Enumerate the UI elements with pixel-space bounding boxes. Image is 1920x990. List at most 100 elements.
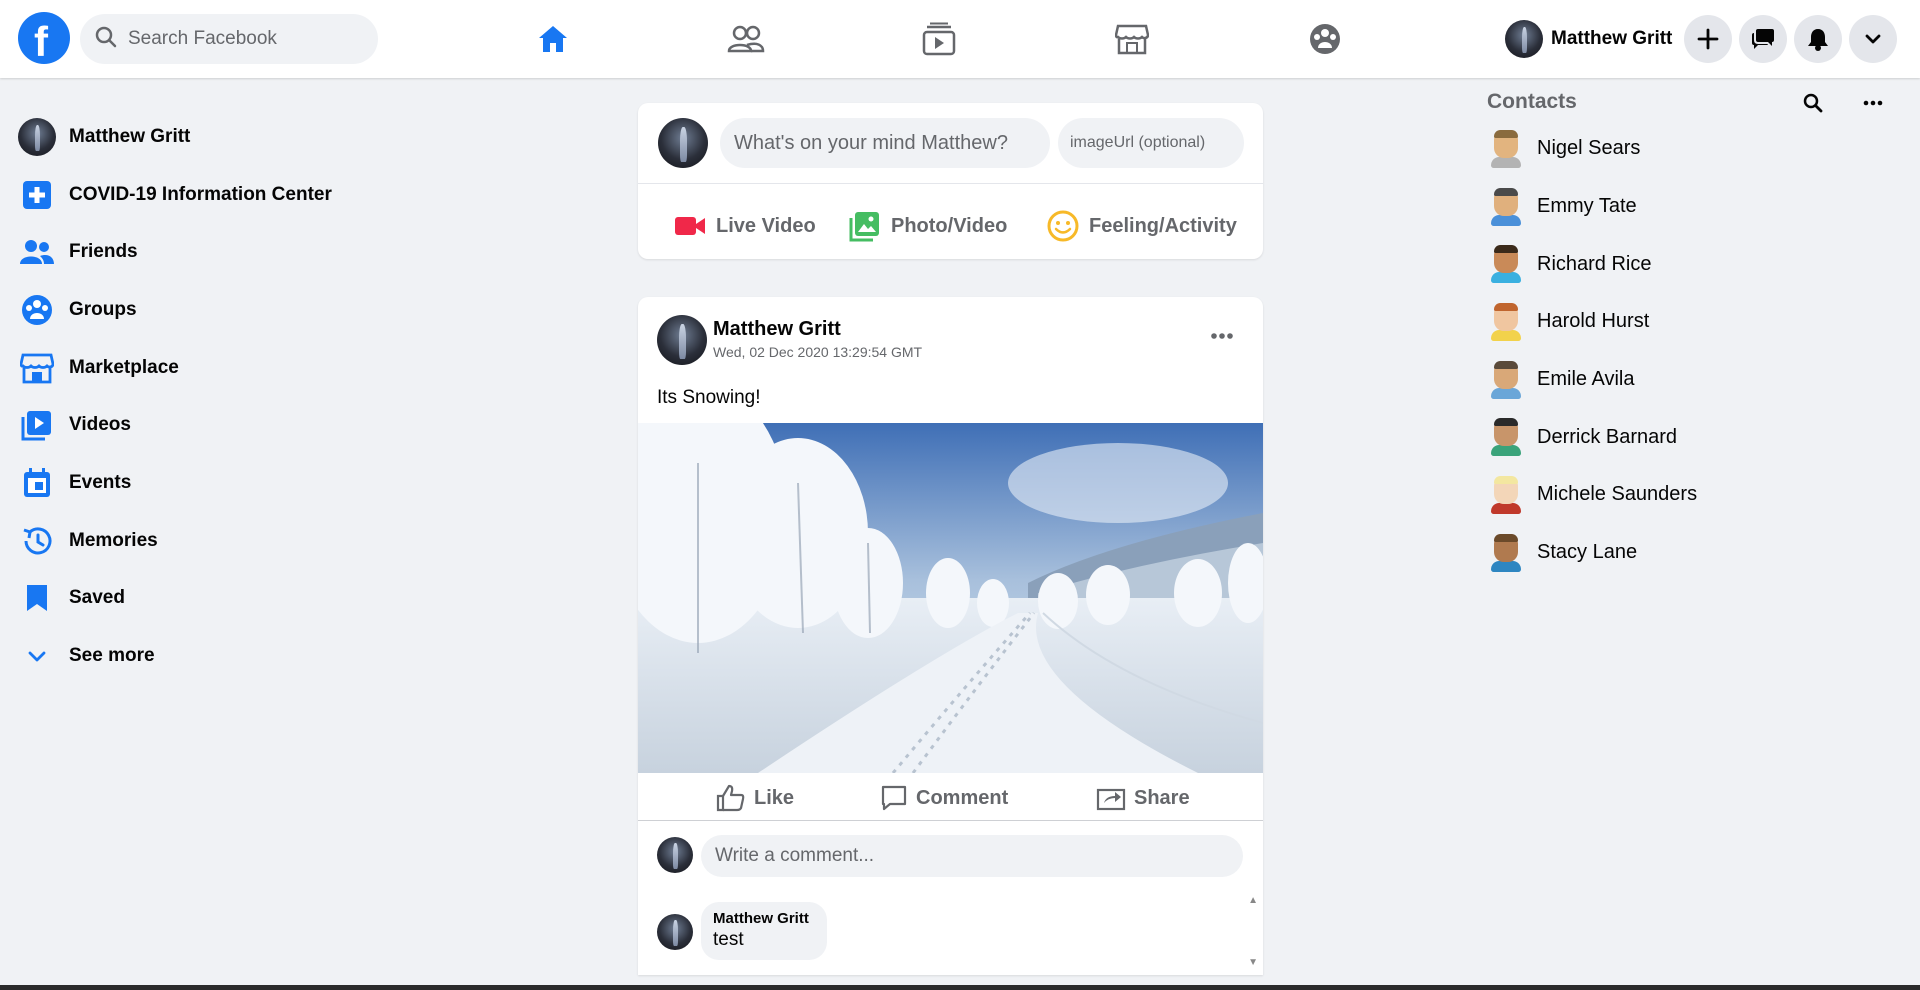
contact-item[interactable]: Emmy Tate (1487, 178, 1907, 236)
sidebar-item-saved[interactable]: Saved (18, 570, 438, 628)
sidebar-item-label: COVID-19 Information Center (69, 183, 332, 205)
sidebar-item-marketplace[interactable]: Marketplace (18, 339, 438, 397)
contact-item[interactable]: Michele Saunders (1487, 466, 1907, 524)
search-bar[interactable] (80, 14, 378, 64)
post-image[interactable] (638, 423, 1263, 773)
contact-item[interactable]: Emile Avila (1487, 351, 1907, 409)
sidebar-item-memories[interactable]: Memories (18, 512, 438, 570)
search-icon[interactable] (1802, 92, 1824, 119)
sidebar-item-covid[interactable]: COVID-19 Information Center (18, 166, 438, 224)
divider (638, 183, 1263, 184)
sidebar-item-profile[interactable]: Matthew Gritt (18, 108, 438, 166)
comment-input[interactable] (701, 835, 1243, 877)
bell-icon (1808, 29, 1828, 51)
header-profile-link[interactable]: Matthew Gritt (1505, 19, 1672, 59)
groups-icon (18, 291, 56, 329)
top-navbar: f Matthew Gritt (0, 0, 1920, 78)
image-url-input[interactable] (1058, 118, 1244, 168)
comment-bubble: Matthew Gritt test (701, 902, 827, 960)
contact-avatar (1489, 533, 1523, 572)
contact-name: Derrick Barnard (1537, 425, 1678, 448)
photo-video-button[interactable]: Photo/Video (849, 203, 1007, 249)
contact-name: Richard Rice (1537, 252, 1652, 275)
chevron-down-icon (1865, 34, 1881, 44)
memories-icon (18, 522, 56, 560)
covid-info-icon (18, 176, 56, 214)
contact-name: Harold Hurst (1537, 310, 1650, 333)
post-text: Its Snowing! (657, 387, 761, 408)
contact-item[interactable]: Derrick Barnard (1487, 408, 1907, 466)
share-button[interactable]: Share (1096, 781, 1190, 815)
live-video-label: Live Video (716, 214, 816, 237)
photo-icon (849, 210, 881, 242)
header-user-name: Matthew Gritt (1551, 28, 1673, 49)
search-input[interactable] (128, 28, 358, 50)
account-menu-button[interactable] (1849, 15, 1897, 63)
saved-icon (18, 579, 56, 617)
contact-item[interactable]: Harold Hurst (1487, 293, 1907, 351)
search-icon (94, 25, 118, 54)
like-button[interactable]: Like (716, 781, 794, 815)
contact-item[interactable]: Nigel Sears (1487, 120, 1907, 178)
contact-avatar (1489, 418, 1523, 457)
contact-avatar (1489, 302, 1523, 341)
more-options-icon[interactable] (1211, 327, 1233, 345)
create-button[interactable] (1684, 15, 1732, 63)
sidebar-item-label: Groups (69, 298, 137, 320)
avatar (18, 117, 56, 156)
plus-icon (1697, 28, 1719, 50)
comment-author[interactable]: Matthew Gritt (713, 910, 815, 927)
like-label: Like (754, 786, 795, 809)
feeling-label: Feeling/Activity (1089, 214, 1237, 237)
post-timestamp[interactable]: Wed, 02 Dec 2020 13:29:54 GMT (713, 344, 922, 360)
sidebar-item-videos[interactable]: Videos (18, 396, 438, 454)
contact-avatar (1489, 187, 1523, 226)
feeling-activity-button[interactable]: Feeling/Activity (1047, 203, 1237, 249)
nav-home-icon[interactable] (530, 16, 576, 62)
nav-friends-icon[interactable] (723, 16, 769, 62)
sidebar-item-groups[interactable]: Groups (18, 281, 438, 339)
contact-item[interactable]: Stacy Lane (1487, 524, 1907, 582)
more-options-icon[interactable] (1862, 92, 1884, 119)
smiley-icon (1047, 210, 1079, 242)
chevron-down-icon (18, 637, 56, 675)
sidebar-item-label: Saved (69, 587, 125, 609)
notifications-button[interactable] (1794, 15, 1842, 63)
post-composer: Live Video Photo/Video Feeling/Activity (638, 103, 1263, 259)
avatar[interactable] (657, 914, 693, 950)
contacts-header: Contacts (1487, 90, 1907, 120)
window-bottom-edge (0, 985, 1920, 990)
sidebar-item-events[interactable]: Events (18, 454, 438, 512)
avatar (658, 118, 708, 168)
friends-icon (18, 233, 56, 271)
contacts-sidebar: Contacts Nigel Sears Emmy Tate Richard R… (1487, 90, 1907, 582)
comment-text: test (713, 929, 744, 950)
sidebar-item-see-more[interactable]: See more (18, 627, 438, 685)
comment-button[interactable]: Comment (880, 781, 1008, 815)
share-label: Share (1134, 786, 1190, 809)
nav-groups-icon[interactable] (1302, 16, 1348, 62)
messenger-button[interactable] (1739, 15, 1787, 63)
contacts-title: Contacts (1487, 90, 1577, 113)
facebook-logo-icon[interactable]: f (18, 12, 70, 64)
avatar[interactable] (657, 315, 707, 365)
sidebar-item-label: Marketplace (69, 356, 179, 378)
marketplace-icon (18, 349, 56, 387)
avatar (657, 837, 693, 873)
scroll-up-arrow-icon[interactable]: ▲ (1248, 895, 1258, 906)
svg-text:f: f (34, 18, 49, 64)
live-video-button[interactable]: Live Video (674, 203, 816, 249)
post-author[interactable]: Matthew Gritt (713, 318, 841, 341)
contact-name: Stacy Lane (1537, 541, 1638, 564)
sidebar-item-label: Memories (69, 529, 158, 551)
contact-item[interactable]: Richard Rice (1487, 235, 1907, 293)
sidebar-item-friends[interactable]: Friends (18, 223, 438, 281)
sidebar-item-label: Matthew Gritt (69, 125, 191, 147)
contact-name: Emile Avila (1537, 368, 1635, 391)
contact-avatar (1489, 475, 1523, 514)
nav-marketplace-icon[interactable] (1109, 16, 1155, 62)
status-input[interactable] (720, 118, 1050, 168)
share-icon (1096, 785, 1126, 811)
scroll-down-arrow-icon[interactable]: ▼ (1248, 957, 1258, 968)
nav-watch-icon[interactable] (916, 16, 962, 62)
